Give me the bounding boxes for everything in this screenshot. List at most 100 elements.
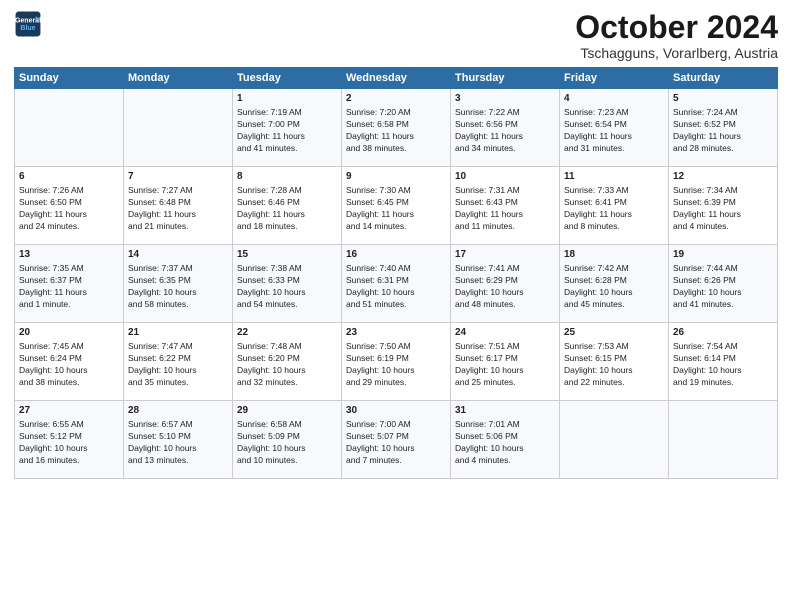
day-number: 24 xyxy=(455,326,555,340)
cell-text: and 54 minutes. xyxy=(237,299,337,311)
cell-text: and 10 minutes. xyxy=(237,455,337,467)
cell-text: Sunrise: 7:31 AM xyxy=(455,185,555,197)
cell-text: Sunrise: 7:48 AM xyxy=(237,341,337,353)
calendar-cell: 9Sunrise: 7:30 AMSunset: 6:45 PMDaylight… xyxy=(342,167,451,245)
cell-text: Daylight: 11 hours xyxy=(455,131,555,143)
calendar-cell: 18Sunrise: 7:42 AMSunset: 6:28 PMDayligh… xyxy=(560,245,669,323)
calendar-cell: 24Sunrise: 7:51 AMSunset: 6:17 PMDayligh… xyxy=(451,323,560,401)
cell-text: Sunrise: 7:41 AM xyxy=(455,263,555,275)
cell-text: Daylight: 10 hours xyxy=(346,365,446,377)
cell-text: and 45 minutes. xyxy=(564,299,664,311)
week-row-4: 20Sunrise: 7:45 AMSunset: 6:24 PMDayligh… xyxy=(15,323,778,401)
day-number: 21 xyxy=(128,326,228,340)
cell-text: and 58 minutes. xyxy=(128,299,228,311)
cell-text: Sunset: 6:14 PM xyxy=(673,353,773,365)
cell-text: Sunrise: 7:00 AM xyxy=(346,419,446,431)
cell-text: Daylight: 10 hours xyxy=(237,443,337,455)
cell-text: Sunset: 6:37 PM xyxy=(19,275,119,287)
cell-text: Daylight: 11 hours xyxy=(237,131,337,143)
day-number: 9 xyxy=(346,170,446,184)
cell-text: and 19 minutes. xyxy=(673,377,773,389)
cell-text: and 21 minutes. xyxy=(128,221,228,233)
cell-text: Sunset: 6:56 PM xyxy=(455,119,555,131)
subtitle: Tschagguns, Vorarlberg, Austria xyxy=(575,45,778,61)
calendar-cell: 15Sunrise: 7:38 AMSunset: 6:33 PMDayligh… xyxy=(233,245,342,323)
calendar-cell: 17Sunrise: 7:41 AMSunset: 6:29 PMDayligh… xyxy=(451,245,560,323)
cell-text: Daylight: 11 hours xyxy=(564,131,664,143)
cell-text: and 34 minutes. xyxy=(455,143,555,155)
cell-text: Sunrise: 6:55 AM xyxy=(19,419,119,431)
cell-text: Sunset: 6:35 PM xyxy=(128,275,228,287)
cell-text: and 4 minutes. xyxy=(673,221,773,233)
cell-text: Daylight: 10 hours xyxy=(564,287,664,299)
cell-text: Sunset: 6:15 PM xyxy=(564,353,664,365)
cell-text: Sunrise: 7:35 AM xyxy=(19,263,119,275)
day-number: 29 xyxy=(237,404,337,418)
col-wednesday: Wednesday xyxy=(342,68,451,89)
calendar-cell xyxy=(669,401,778,479)
week-row-1: 1Sunrise: 7:19 AMSunset: 7:00 PMDaylight… xyxy=(15,89,778,167)
day-number: 8 xyxy=(237,170,337,184)
cell-text: Daylight: 10 hours xyxy=(455,365,555,377)
day-number: 27 xyxy=(19,404,119,418)
calendar-cell: 5Sunrise: 7:24 AMSunset: 6:52 PMDaylight… xyxy=(669,89,778,167)
day-number: 22 xyxy=(237,326,337,340)
cell-text: Sunset: 6:17 PM xyxy=(455,353,555,365)
cell-text: Sunset: 6:41 PM xyxy=(564,197,664,209)
cell-text: Sunset: 6:31 PM xyxy=(346,275,446,287)
cell-text: Sunrise: 7:20 AM xyxy=(346,107,446,119)
title-block: October 2024 Tschagguns, Vorarlberg, Aus… xyxy=(575,10,778,61)
cell-text: Daylight: 10 hours xyxy=(346,287,446,299)
day-number: 13 xyxy=(19,248,119,262)
cell-text: Sunset: 5:09 PM xyxy=(237,431,337,443)
cell-text: Sunrise: 7:24 AM xyxy=(673,107,773,119)
week-row-3: 13Sunrise: 7:35 AMSunset: 6:37 PM Dayligh… xyxy=(15,245,778,323)
cell-text: Daylight: 11 hours xyxy=(673,131,773,143)
calendar-cell: 27Sunrise: 6:55 AMSunset: 5:12 PMDayligh… xyxy=(15,401,124,479)
cell-text: and 32 minutes. xyxy=(237,377,337,389)
cell-text: Sunset: 6:45 PM xyxy=(346,197,446,209)
cell-text: and 1 minute. xyxy=(19,299,119,311)
calendar-cell: 29Sunrise: 6:58 AMSunset: 5:09 PMDayligh… xyxy=(233,401,342,479)
calendar-cell: 6Sunrise: 7:26 AMSunset: 6:50 PMDaylight… xyxy=(15,167,124,245)
calendar-cell: 7Sunrise: 7:27 AMSunset: 6:48 PMDaylight… xyxy=(124,167,233,245)
cell-text: Sunrise: 6:58 AM xyxy=(237,419,337,431)
cell-text: Daylight: 10 hours xyxy=(237,287,337,299)
cell-text: Sunset: 6:48 PM xyxy=(128,197,228,209)
cell-text: Sunrise: 7:51 AM xyxy=(455,341,555,353)
cell-text: Daylight: 10 hours xyxy=(128,287,228,299)
cell-text: Sunset: 6:52 PM xyxy=(673,119,773,131)
cell-text: and 14 minutes. xyxy=(346,221,446,233)
cell-text: and 24 minutes. xyxy=(19,221,119,233)
cell-text: Sunset: 6:28 PM xyxy=(564,275,664,287)
cell-text: and 41 minutes. xyxy=(673,299,773,311)
header-row: Sunday Monday Tuesday Wednesday Thursday… xyxy=(15,68,778,89)
cell-text: Sunset: 6:19 PM xyxy=(346,353,446,365)
col-sunday: Sunday xyxy=(15,68,124,89)
cell-text: Sunset: 7:00 PM xyxy=(237,119,337,131)
calendar-cell: 14Sunrise: 7:37 AMSunset: 6:35 PMDayligh… xyxy=(124,245,233,323)
cell-text: and 13 minutes. xyxy=(128,455,228,467)
cell-text: Sunrise: 7:19 AM xyxy=(237,107,337,119)
calendar-cell: 13Sunrise: 7:35 AMSunset: 6:37 PMDayligh… xyxy=(15,245,124,323)
cell-text: Sunrise: 7:45 AM xyxy=(19,341,119,353)
cell-text: Sunrise: 6:57 AM xyxy=(128,419,228,431)
cell-text: Sunrise: 7:26 AM xyxy=(19,185,119,197)
calendar-cell xyxy=(15,89,124,167)
header: General Blue October 2024 Tschagguns, Vo… xyxy=(14,10,778,61)
cell-text: Sunset: 6:50 PM xyxy=(19,197,119,209)
day-number: 20 xyxy=(19,326,119,340)
cell-text: and 41 minutes. xyxy=(237,143,337,155)
calendar-cell: 11Sunrise: 7:33 AMSunset: 6:41 PMDayligh… xyxy=(560,167,669,245)
calendar-cell: 21Sunrise: 7:47 AMSunset: 6:22 PMDayligh… xyxy=(124,323,233,401)
cell-text: Daylight: 11 hours xyxy=(346,209,446,221)
cell-text: Daylight: 11 hours xyxy=(237,209,337,221)
calendar-cell xyxy=(560,401,669,479)
col-thursday: Thursday xyxy=(451,68,560,89)
day-number: 23 xyxy=(346,326,446,340)
cell-text: Sunrise: 7:30 AM xyxy=(346,185,446,197)
calendar-cell: 30Sunrise: 7:00 AMSunset: 5:07 PMDayligh… xyxy=(342,401,451,479)
cell-text: Sunrise: 7:53 AM xyxy=(564,341,664,353)
day-number: 30 xyxy=(346,404,446,418)
day-number: 28 xyxy=(128,404,228,418)
